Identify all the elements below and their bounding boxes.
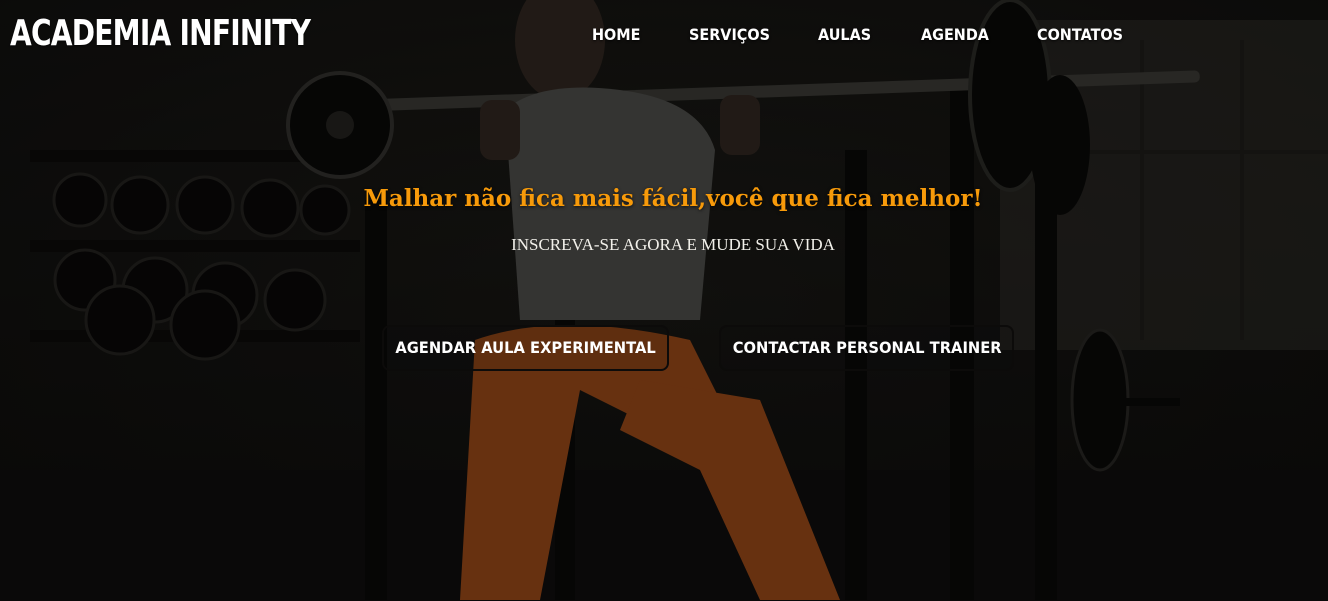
brand-logo[interactable]: ACADEMIA INFINITY [10, 10, 311, 58]
nav-item-contatos[interactable]: CONTATOS [1037, 22, 1123, 48]
nav-item-agenda[interactable]: AGENDA [921, 22, 989, 48]
nav-item-servicos[interactable]: SERVIÇOS [689, 22, 770, 48]
contact-personal-trainer-label: CONTACTAR PERSONAL TRAINER [732, 338, 1002, 357]
contact-personal-trainer-button[interactable]: CONTACTAR PERSONAL TRAINER [719, 325, 1014, 371]
hero-headline: Malhar não fica mais fácil,você que fica… [363, 185, 983, 212]
schedule-trial-class-label: AGENDAR AULA EXPERIMENTAL [395, 338, 656, 357]
schedule-trial-class-button[interactable]: AGENDAR AULA EXPERIMENTAL [382, 325, 669, 371]
gym-background-photo [0, 0, 1328, 601]
main-nav: HOME SERVIÇOS AULAS AGENDA CONTATOS [560, 22, 1160, 50]
top-navigation-bar: ACADEMIA INFINITY HOME SERVIÇOS AULAS AG… [0, 0, 1328, 70]
nav-item-home[interactable]: HOME [592, 22, 640, 48]
hero-section: ACADEMIA INFINITY HOME SERVIÇOS AULAS AG… [0, 0, 1328, 601]
nav-item-aulas[interactable]: AULAS [818, 22, 871, 48]
hero-subheadline: INSCREVA-SE AGORA E MUDE SUA VIDA [511, 235, 835, 254]
